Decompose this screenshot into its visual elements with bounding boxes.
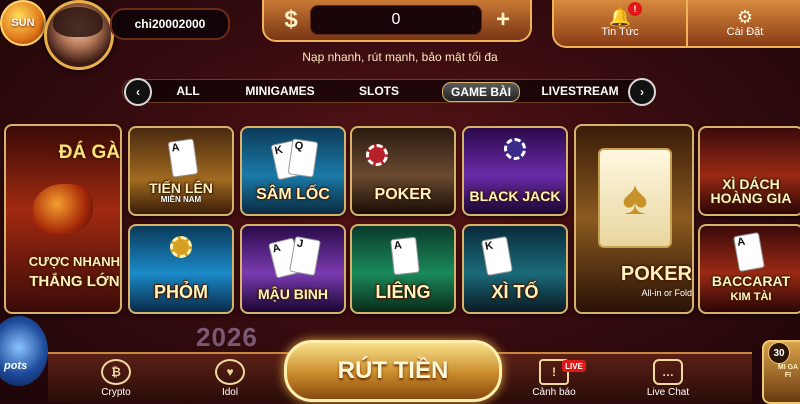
phom-label: PHỎM bbox=[154, 282, 208, 303]
poker-tile[interactable]: POKER bbox=[350, 126, 456, 216]
rooster-image bbox=[33, 184, 93, 234]
mini-game-label: MI GA FI bbox=[777, 364, 799, 379]
avatar-hair bbox=[53, 7, 103, 37]
live-chat-button[interactable]: … Live Chat bbox=[628, 356, 708, 400]
tien-len-sublabel: MIỀN NAM bbox=[160, 194, 202, 204]
tabs-prev-button[interactable]: ‹ bbox=[124, 78, 152, 106]
chip-icon bbox=[504, 138, 526, 160]
chat-icon: … bbox=[653, 359, 683, 385]
xi-to-tile[interactable]: K XÌ TỐ bbox=[462, 224, 568, 314]
xi-to-label: XÌ TỐ bbox=[491, 282, 539, 303]
tabs-next-button[interactable]: › bbox=[628, 78, 656, 106]
lieng-tile[interactable]: A LIÊNG bbox=[350, 224, 456, 314]
slogan-text: Nạp nhanh, rút mạnh, bảo mật tối đa bbox=[302, 50, 498, 64]
tab-all[interactable]: ALL bbox=[168, 82, 208, 100]
news-label: Tin Tức bbox=[601, 26, 639, 38]
card-icon: Q bbox=[287, 138, 319, 178]
da-ga-title: ĐÁ GÀ bbox=[58, 142, 120, 163]
xi-dach-label: XÌ DÁCH HOÀNG GIA bbox=[710, 175, 792, 207]
username-display[interactable]: chi20002000 bbox=[110, 8, 230, 40]
card-icon: A bbox=[733, 232, 765, 272]
tien-len-label: TIẾN LÊN MIỀN NAM bbox=[149, 179, 213, 204]
idol-icon: ♥ bbox=[215, 359, 245, 385]
spade-card-image: ♠ bbox=[598, 148, 672, 248]
idol-button[interactable]: ♥ Idol bbox=[190, 356, 270, 400]
live-chat-label: Live Chat bbox=[646, 387, 690, 398]
canh-bao-label: Cảnh báo bbox=[532, 387, 576, 398]
phom-tile[interactable]: PHỎM bbox=[128, 224, 234, 314]
withdraw-button[interactable]: RÚT TIỀN bbox=[284, 340, 502, 402]
gold-pot-icon bbox=[170, 236, 192, 258]
deposit-plus-button[interactable]: + bbox=[488, 6, 518, 34]
black-jack-label: BLACK JACK bbox=[469, 188, 561, 205]
tab-livestream[interactable]: LIVESTREAM bbox=[540, 82, 620, 100]
card-icon: A bbox=[390, 236, 420, 276]
baccarat-sublabel: KIM TÀI bbox=[730, 291, 772, 304]
da-ga-tile[interactable]: ĐÁ GÀ CƯỢC NHANH THẮNG LỚN bbox=[4, 124, 122, 314]
card-icon: J bbox=[289, 236, 321, 276]
black-jack-tile[interactable]: BLACK JACK bbox=[462, 126, 568, 216]
tab-minigames[interactable]: MINIGAMES bbox=[238, 82, 322, 100]
idol-label: Idol bbox=[221, 387, 239, 398]
news-button[interactable]: 🔔 Tin Tức ! bbox=[552, 0, 688, 48]
xi-dach-tile[interactable]: XÌ DÁCH HOÀNG GIA bbox=[698, 126, 800, 216]
tien-len-tile[interactable]: A TIẾN LÊN MIỀN NAM bbox=[128, 126, 234, 216]
mau-binh-label: MẬU BINH bbox=[258, 286, 328, 303]
bitcoin-icon: ₿ bbox=[101, 359, 131, 385]
da-ga-subtitle-2: THẮNG LỚN bbox=[29, 273, 120, 290]
settings-label: Cài Đặt bbox=[726, 26, 764, 38]
logo-text: SUN bbox=[11, 17, 35, 29]
live-badge: LIVE bbox=[562, 360, 586, 372]
baccarat-label: BACCARAT KIM TÀI bbox=[711, 272, 791, 304]
mau-binh-tile[interactable]: A J MẬU BINH bbox=[240, 224, 346, 314]
poker-featured-subtitle: All-in or Fold bbox=[641, 288, 692, 298]
tab-slots[interactable]: SLOTS bbox=[352, 82, 406, 100]
poker-featured-title: POKER bbox=[620, 263, 692, 285]
crypto-label: Crypto bbox=[101, 387, 131, 398]
news-alert-badge: ! bbox=[628, 2, 642, 16]
poker-label: POKER bbox=[374, 186, 432, 204]
settings-button[interactable]: ⚙ Cài Đặt bbox=[686, 0, 800, 48]
card-icon: K bbox=[481, 236, 513, 276]
balance-bar: $ 0 + bbox=[262, 0, 532, 42]
xi-dach-sublabel: HOÀNG GIA bbox=[710, 190, 792, 207]
baccarat-tile[interactable]: A BACCARAT KIM TÀI bbox=[698, 224, 800, 314]
dollar-icon[interactable]: $ bbox=[276, 6, 306, 34]
balance-value: 0 bbox=[310, 5, 482, 35]
card-icon: A bbox=[167, 138, 199, 178]
lieng-label: LIÊNG bbox=[375, 282, 431, 303]
jackpots-label: pots bbox=[4, 360, 28, 372]
year-decoration: 2026 bbox=[196, 322, 258, 352]
crypto-button[interactable]: ₿ Crypto bbox=[76, 356, 156, 400]
sun-logo: SUN bbox=[0, 0, 46, 46]
sam-loc-tile[interactable]: K Q SÂM LỐC bbox=[240, 126, 346, 216]
gear-icon: ⚙ bbox=[736, 7, 754, 27]
poker-featured-tile[interactable]: ♠ POKER All-in or Fold bbox=[574, 124, 694, 314]
jackpots-button[interactable]: pots bbox=[0, 316, 48, 386]
sam-loc-label: SÂM LỐC bbox=[256, 186, 330, 204]
tab-game-bai[interactable]: GAME BÀI bbox=[442, 82, 520, 102]
chip-icon bbox=[366, 144, 388, 166]
da-ga-subtitle-1: CƯỢC NHANH bbox=[28, 254, 120, 269]
mini-game-count: 30 bbox=[768, 342, 790, 364]
